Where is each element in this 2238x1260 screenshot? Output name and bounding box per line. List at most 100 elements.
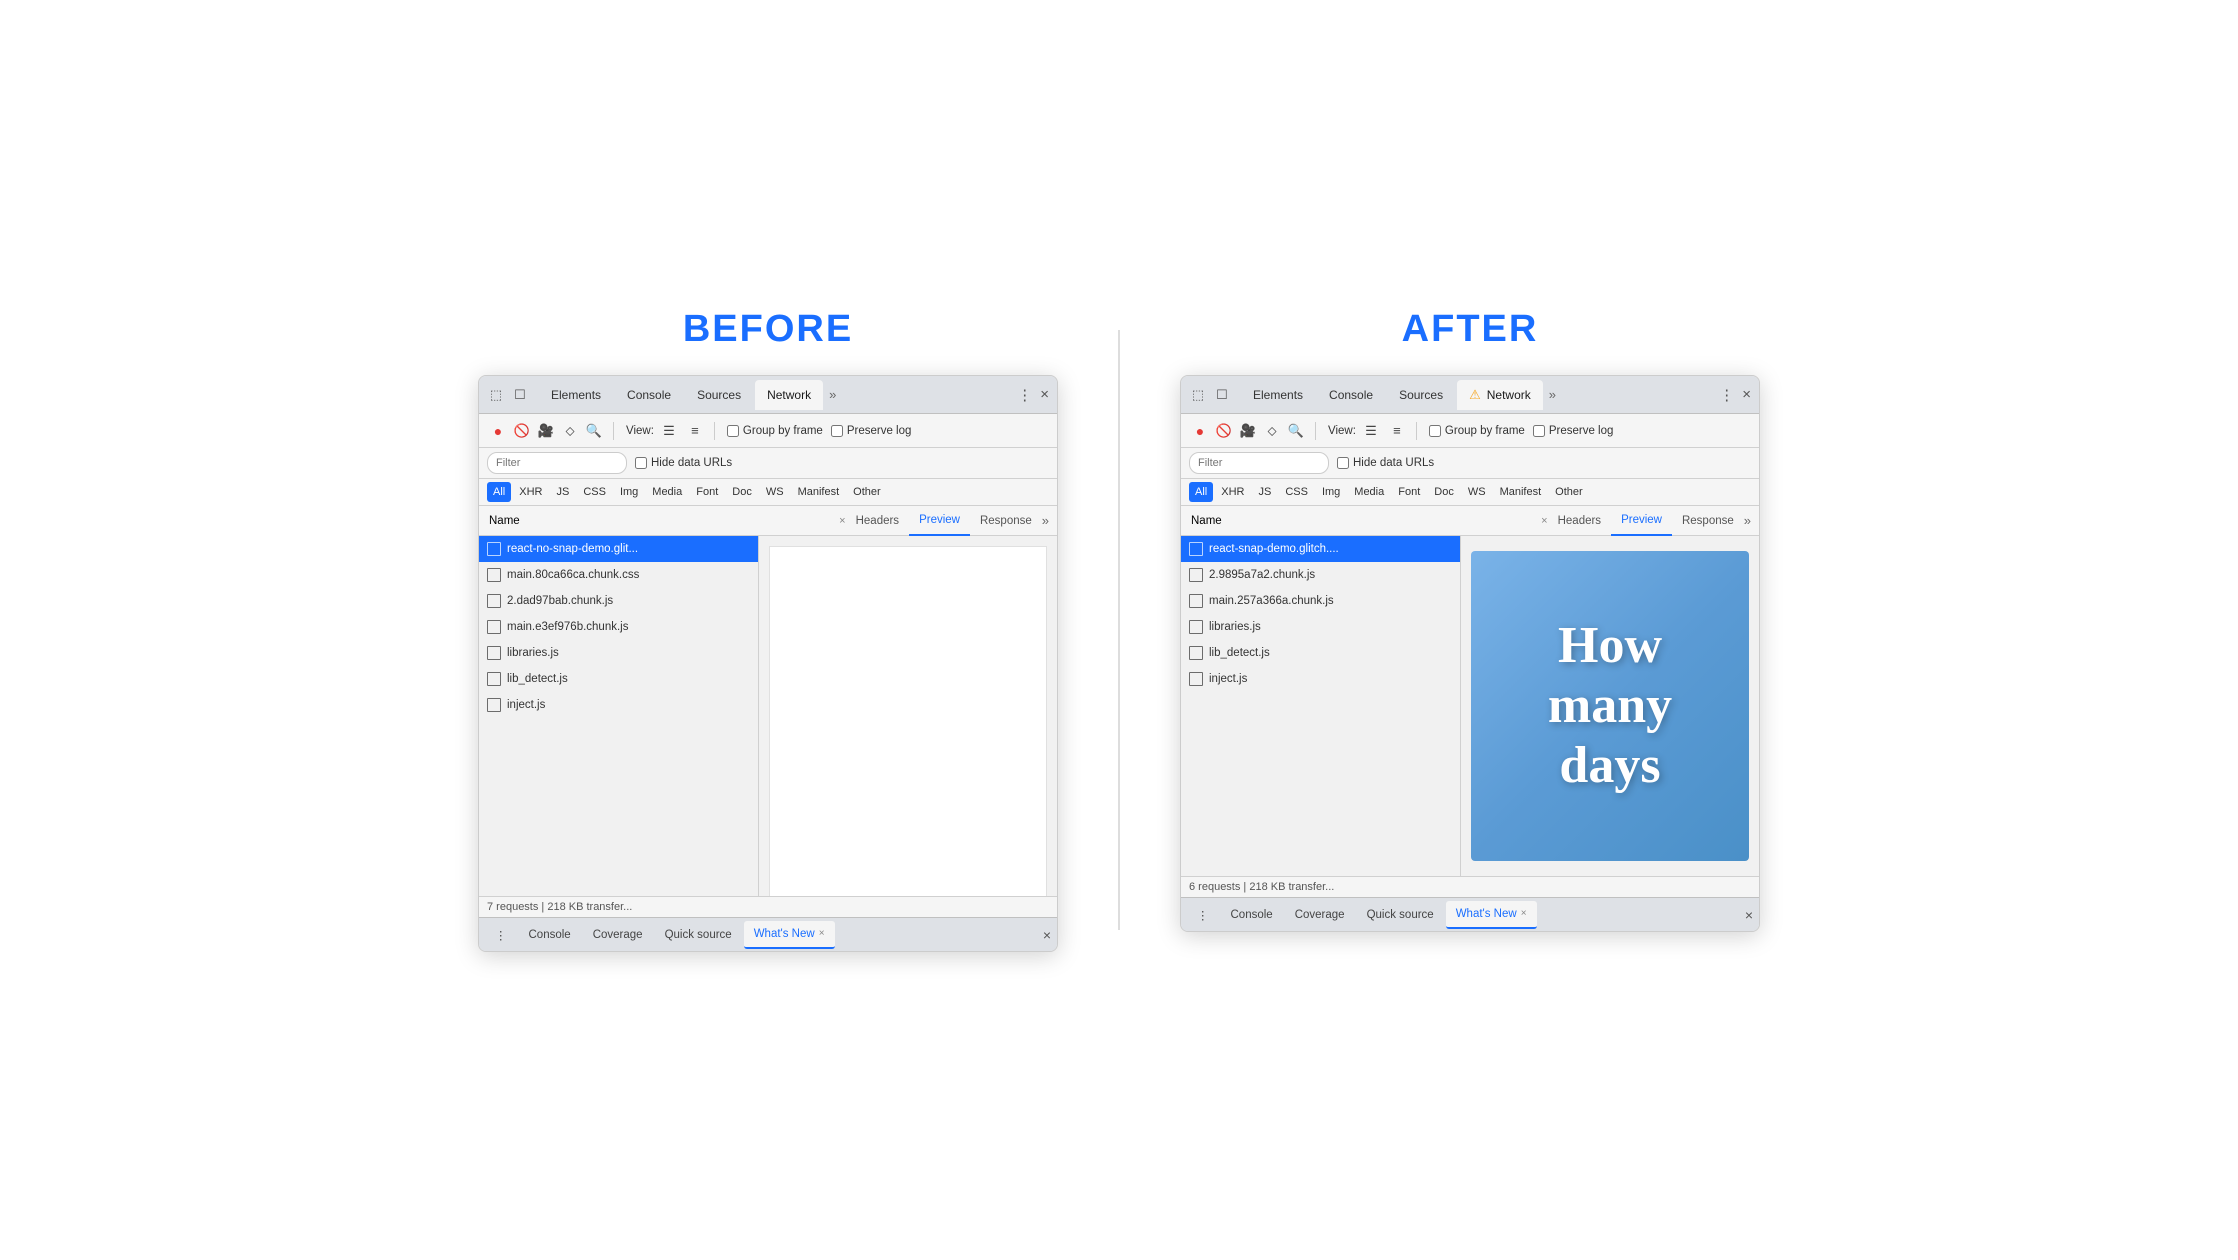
after-sub-tab-response[interactable]: Response	[1672, 506, 1744, 536]
before-bottom-tab-console[interactable]: Console	[519, 921, 581, 949]
resource-btn-other[interactable]: Other	[847, 482, 887, 502]
close-icon[interactable]: ×	[1040, 386, 1049, 403]
resource-btn-font[interactable]: Font	[690, 482, 724, 502]
after-whatsnew-close[interactable]: ×	[1521, 908, 1527, 919]
after-small-list-view-button[interactable]: ≡	[1386, 420, 1408, 442]
before-file-item-2[interactable]: 2.dad97bab.chunk.js	[479, 588, 758, 614]
tab-network[interactable]: Network	[755, 380, 823, 410]
record-button[interactable]: ●	[487, 420, 509, 442]
after-resource-btn-doc[interactable]: Doc	[1428, 482, 1460, 502]
small-list-view-button[interactable]: ≡	[684, 420, 706, 442]
after-list-view-button[interactable]: ☰	[1360, 420, 1382, 442]
before-close-icon[interactable]: ×	[1043, 927, 1051, 943]
tab-console[interactable]: Console	[615, 380, 683, 410]
after-tab-console[interactable]: Console	[1317, 380, 1385, 410]
after-file-item-3[interactable]: libraries.js	[1181, 614, 1460, 640]
after-bottom-tab-quicksource[interactable]: Quick source	[1357, 901, 1444, 929]
after-sub-tab-more[interactable]: »	[1744, 513, 1751, 528]
after-file-item-0[interactable]: react-snap-demo.glitch....	[1181, 536, 1460, 562]
after-tab-bar-icons: ⬚ ☐	[1189, 386, 1231, 404]
after-bottom-menu-icon[interactable]: ⋮	[1187, 901, 1219, 929]
hide-data-urls-checkbox[interactable]	[635, 457, 647, 469]
sub-tab-more[interactable]: »	[1042, 513, 1049, 528]
after-preserve-log-checkbox[interactable]	[1533, 425, 1545, 437]
before-file-item-5[interactable]: lib_detect.js	[479, 666, 758, 692]
after-tab-sources[interactable]: Sources	[1387, 380, 1455, 410]
after-resource-btn-css[interactable]: CSS	[1279, 482, 1314, 502]
after-resource-btn-media[interactable]: Media	[1348, 482, 1390, 502]
after-close-icon[interactable]: ×	[1742, 386, 1751, 403]
before-bottom-tab-coverage[interactable]: Coverage	[583, 921, 653, 949]
after-file-item-1[interactable]: 2.9895a7a2.chunk.js	[1181, 562, 1460, 588]
after-tab-elements[interactable]: Elements	[1241, 380, 1315, 410]
after-device-icon[interactable]: ☐	[1213, 386, 1231, 404]
before-file-item-3[interactable]: main.e3ef976b.chunk.js	[479, 614, 758, 640]
before-file-item-6[interactable]: inject.js	[479, 692, 758, 718]
after-bottom-tab-console[interactable]: Console	[1221, 901, 1283, 929]
sub-tab-preview[interactable]: Preview	[909, 506, 970, 536]
sub-tab-headers[interactable]: Headers	[846, 506, 909, 536]
after-more-tabs-icon[interactable]: »	[1545, 387, 1560, 402]
inspect-icon[interactable]: ⬚	[487, 386, 505, 404]
resource-btn-manifest[interactable]: Manifest	[792, 482, 846, 502]
after-record-button[interactable]: ●	[1189, 420, 1211, 442]
menu-icon[interactable]: ⋮	[1017, 386, 1032, 404]
after-resource-btn-ws[interactable]: WS	[1462, 482, 1492, 502]
after-resource-btn-xhr[interactable]: XHR	[1215, 482, 1250, 502]
search-button[interactable]: 🔍	[583, 420, 605, 442]
after-menu-icon[interactable]: ⋮	[1719, 386, 1734, 404]
before-split-panels: react-no-snap-demo.glit... main.80ca66ca…	[479, 536, 1057, 896]
after-bottom-close-icon[interactable]: ×	[1745, 907, 1753, 923]
tab-elements[interactable]: Elements	[539, 380, 613, 410]
after-resource-btn-manifest[interactable]: Manifest	[1494, 482, 1548, 502]
resource-btn-img[interactable]: Img	[614, 482, 644, 502]
camera-button[interactable]: 🎥	[535, 420, 557, 442]
after-sub-tab-preview[interactable]: Preview	[1611, 506, 1672, 536]
after-camera-button[interactable]: 🎥	[1237, 420, 1259, 442]
preserve-log-checkbox[interactable]	[831, 425, 843, 437]
before-file-item-1[interactable]: main.80ca66ca.chunk.css	[479, 562, 758, 588]
after-hide-data-urls-checkbox[interactable]	[1337, 457, 1349, 469]
after-resource-btn-all[interactable]: All	[1189, 482, 1213, 502]
after-sub-tab-headers[interactable]: Headers	[1548, 506, 1611, 536]
after-group-by-frame-checkbox[interactable]	[1429, 425, 1441, 437]
resource-btn-all[interactable]: All	[487, 482, 511, 502]
after-inspect-icon[interactable]: ⬚	[1189, 386, 1207, 404]
after-stop-button[interactable]: 🚫	[1213, 420, 1235, 442]
after-resource-btn-img[interactable]: Img	[1316, 482, 1346, 502]
before-file-item-0[interactable]: react-no-snap-demo.glit...	[479, 536, 758, 562]
more-tabs-icon[interactable]: »	[825, 387, 840, 402]
after-file-item-2[interactable]: main.257a366a.chunk.js	[1181, 588, 1460, 614]
after-resource-btn-other[interactable]: Other	[1549, 482, 1589, 502]
after-file-item-4[interactable]: lib_detect.js	[1181, 640, 1460, 666]
list-view-button[interactable]: ☰	[658, 420, 680, 442]
resource-btn-ws[interactable]: WS	[760, 482, 790, 502]
resource-btn-doc[interactable]: Doc	[726, 482, 758, 502]
after-bottom-tab-coverage[interactable]: Coverage	[1285, 901, 1355, 929]
after-resource-btn-font[interactable]: Font	[1392, 482, 1426, 502]
filter-input[interactable]	[487, 452, 627, 474]
resource-btn-js[interactable]: JS	[550, 482, 575, 502]
stop-button[interactable]: 🚫	[511, 420, 533, 442]
tab-sources[interactable]: Sources	[685, 380, 753, 410]
after-bottom-tab-whatsnew[interactable]: What's New ×	[1446, 901, 1537, 929]
after-tab-network[interactable]: ⚠ Network	[1457, 380, 1543, 410]
resource-btn-media[interactable]: Media	[646, 482, 688, 502]
after-filter-button[interactable]: ⬦	[1261, 420, 1283, 442]
before-bottom-tab-quicksource[interactable]: Quick source	[655, 921, 742, 949]
after-search-button[interactable]: 🔍	[1285, 420, 1307, 442]
after-file-item-5[interactable]: inject.js	[1181, 666, 1460, 692]
before-bottom-tab-whatsnew[interactable]: What's New ×	[744, 921, 835, 949]
resource-btn-xhr[interactable]: XHR	[513, 482, 548, 502]
after-resource-btn-js[interactable]: JS	[1252, 482, 1277, 502]
bottom-menu-icon[interactable]: ⋮	[485, 921, 517, 949]
after-filter-input[interactable]	[1189, 452, 1329, 474]
before-whatsnew-close[interactable]: ×	[819, 928, 825, 939]
after-view-label: View:	[1328, 425, 1356, 437]
device-icon[interactable]: ☐	[511, 386, 529, 404]
filter-button[interactable]: ⬦	[559, 420, 581, 442]
sub-tab-response[interactable]: Response	[970, 506, 1042, 536]
resource-btn-css[interactable]: CSS	[577, 482, 612, 502]
group-by-frame-checkbox[interactable]	[727, 425, 739, 437]
before-file-item-4[interactable]: libraries.js	[479, 640, 758, 666]
